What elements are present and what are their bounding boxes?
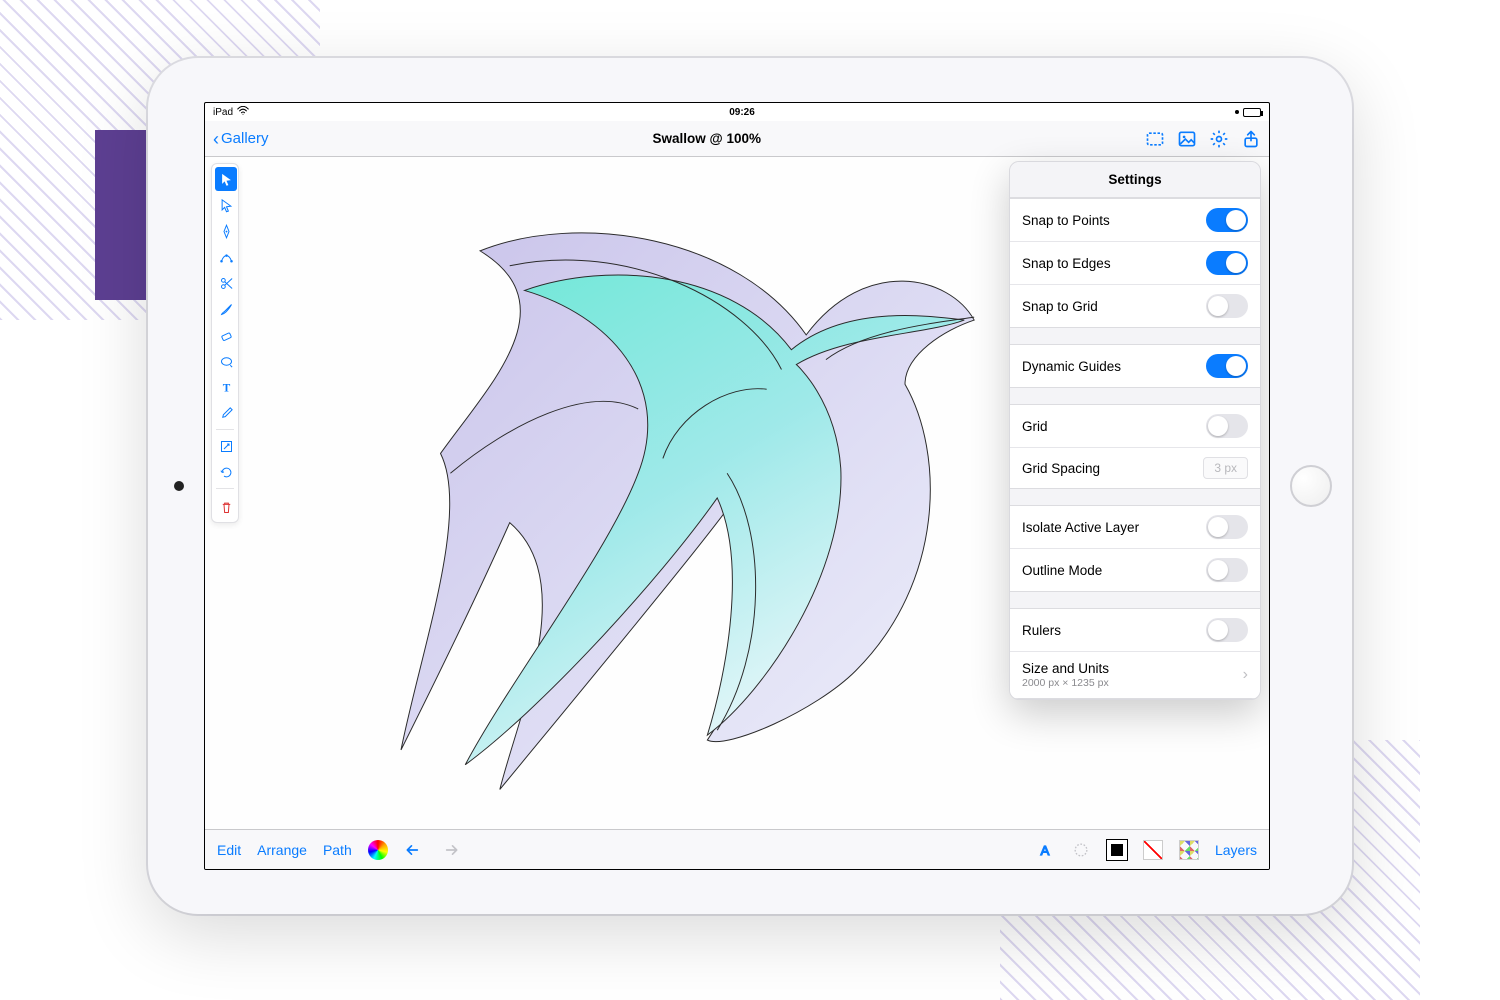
label-rulers: Rulers xyxy=(1022,623,1061,638)
rotate-tool[interactable] xyxy=(215,460,237,484)
label-grid-spacing: Grid Spacing xyxy=(1022,461,1100,476)
share-icon[interactable] xyxy=(1241,129,1261,149)
status-time: 09:26 xyxy=(249,107,1235,118)
label-dynamic-guides: Dynamic Guides xyxy=(1022,359,1121,374)
bottom-toolbar: Edit Arrange Path A Layers xyxy=(205,829,1269,869)
toggle-snap-points[interactable] xyxy=(1206,208,1248,232)
settings-group-view: Isolate Active Layer Outline Mode xyxy=(1010,505,1260,592)
settings-group-grid: Grid Grid Spacing 3 px xyxy=(1010,404,1260,489)
settings-group-snap: Snap to Points Snap to Edges Snap to Gri… xyxy=(1010,198,1260,328)
settings-popover: Settings Snap to Points Snap to Edges Sn… xyxy=(1009,161,1261,700)
toggle-snap-edges[interactable] xyxy=(1206,251,1248,275)
eyedropper-tool[interactable] xyxy=(215,401,237,425)
pen-tool[interactable] xyxy=(215,219,237,243)
device-label: iPad xyxy=(213,107,233,118)
label-snap-points: Snap to Points xyxy=(1022,213,1110,228)
label-size-units: Size and Units xyxy=(1022,661,1109,676)
toggle-dynamic-guides[interactable] xyxy=(1206,354,1248,378)
toggle-grid[interactable] xyxy=(1206,414,1248,438)
ipad-home-button[interactable] xyxy=(1290,465,1332,507)
row-outline-mode: Outline Mode xyxy=(1010,548,1260,591)
row-isolate-layer: Isolate Active Layer xyxy=(1010,506,1260,548)
label-isolate-layer: Isolate Active Layer xyxy=(1022,520,1139,535)
select-tool[interactable] xyxy=(215,167,237,191)
svg-text:A: A xyxy=(1041,843,1050,858)
popover-title: Settings xyxy=(1010,162,1260,198)
label-grid: Grid xyxy=(1022,419,1048,434)
brush-tool[interactable] xyxy=(215,297,237,321)
path-menu[interactable]: Path xyxy=(323,842,352,858)
gear-icon[interactable] xyxy=(1209,129,1229,149)
image-icon[interactable] xyxy=(1177,129,1197,149)
label-snap-grid: Snap to Grid xyxy=(1022,299,1098,314)
tool-palette: T xyxy=(211,163,239,523)
row-snap-edges: Snap to Edges xyxy=(1010,241,1260,284)
row-snap-grid: Snap to Grid xyxy=(1010,284,1260,327)
scissors-tool[interactable] xyxy=(215,271,237,295)
toggle-snap-grid[interactable] xyxy=(1206,294,1248,318)
row-dynamic-guides: Dynamic Guides xyxy=(1010,345,1260,387)
undo-button[interactable] xyxy=(404,840,424,860)
battery-icon xyxy=(1243,108,1261,117)
swatches-icon[interactable] xyxy=(1179,840,1199,860)
value-grid-spacing[interactable]: 3 px xyxy=(1203,457,1248,479)
ipad-frame: iPad 09:26 ‹ Gallery Swallow @ 100% xyxy=(148,58,1352,914)
direct-select-tool[interactable] xyxy=(215,193,237,217)
color-wheel-icon[interactable] xyxy=(368,840,388,860)
navigation-bar: ‹ Gallery Swallow @ 100% xyxy=(205,121,1269,157)
chevron-left-icon: ‹ xyxy=(213,130,219,148)
row-grid: Grid xyxy=(1010,405,1260,447)
app-screen: iPad 09:26 ‹ Gallery Swallow @ 100% xyxy=(204,102,1270,870)
tool-divider xyxy=(216,429,234,430)
row-size-units[interactable]: Size and Units 2000 px × 1235 px › xyxy=(1010,651,1260,698)
edit-menu[interactable]: Edit xyxy=(217,842,241,858)
settings-group-doc: Rulers Size and Units 2000 px × 1235 px … xyxy=(1010,608,1260,699)
layers-button[interactable]: Layers xyxy=(1215,842,1257,858)
label-snap-edges: Snap to Edges xyxy=(1022,256,1111,271)
label-outline-mode: Outline Mode xyxy=(1022,563,1102,578)
document-title: Swallow @ 100% xyxy=(269,131,1145,146)
row-snap-points: Snap to Points xyxy=(1010,199,1260,241)
toggle-isolate-layer[interactable] xyxy=(1206,515,1248,539)
text-tool[interactable]: T xyxy=(215,375,237,399)
canvas-area[interactable]: T Settings xyxy=(205,157,1269,829)
redo-button[interactable] xyxy=(440,840,460,860)
wifi-icon xyxy=(237,106,249,118)
shape-tool[interactable] xyxy=(215,349,237,373)
add-anchor-tool[interactable] xyxy=(215,245,237,269)
sub-size-units: 2000 px × 1235 px xyxy=(1022,677,1109,689)
row-rulers: Rulers xyxy=(1010,609,1260,651)
selection-icon[interactable] xyxy=(1145,129,1165,149)
toggle-outline-mode[interactable] xyxy=(1206,558,1248,582)
settings-group-guides: Dynamic Guides xyxy=(1010,344,1260,388)
toggle-rulers[interactable] xyxy=(1206,618,1248,642)
row-grid-spacing: Grid Spacing 3 px xyxy=(1010,447,1260,488)
arrange-menu[interactable]: Arrange xyxy=(257,842,307,858)
back-button[interactable]: ‹ Gallery xyxy=(213,130,269,148)
tool-divider xyxy=(216,488,234,489)
chevron-right-icon: › xyxy=(1243,666,1248,684)
svg-text:T: T xyxy=(222,382,230,394)
back-label: Gallery xyxy=(221,130,269,147)
scale-tool[interactable] xyxy=(215,434,237,458)
shadow-icon[interactable] xyxy=(1071,840,1091,860)
charging-icon xyxy=(1235,110,1239,114)
fill-swatch[interactable] xyxy=(1143,840,1163,860)
stroke-swatch[interactable] xyxy=(1107,840,1127,860)
eraser-tool[interactable] xyxy=(215,323,237,347)
ipad-camera xyxy=(174,481,184,491)
status-bar: iPad 09:26 xyxy=(205,103,1269,121)
decorative-purple-block xyxy=(95,130,155,300)
trash-tool[interactable] xyxy=(215,495,237,519)
text-style-icon[interactable]: A xyxy=(1035,840,1055,860)
